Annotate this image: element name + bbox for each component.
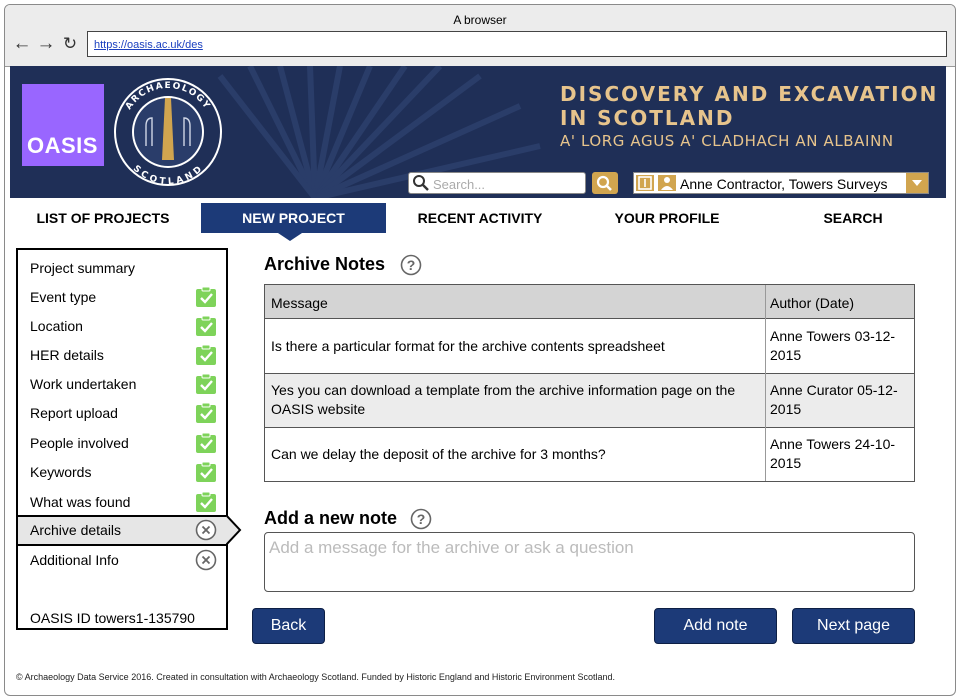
nav-your-profile[interactable]: YOUR PROFILE (574, 203, 760, 233)
note-message: Is there a particular format for the arc… (271, 338, 665, 354)
note-author-date: Anne Towers 03-12-2015 (770, 328, 896, 363)
sidebar-item-her-details[interactable]: HER details (18, 341, 226, 369)
reload-icon[interactable]: ↻ (59, 33, 81, 55)
sidebar-item-label: People involved (30, 435, 129, 451)
column-divider (765, 285, 766, 481)
sidebar-item-location[interactable]: Location (18, 312, 226, 340)
sidebar-item-label: Archive details (30, 522, 122, 538)
main-nav: LIST OF PROJECTS NEW PROJECT RECENT ACTI… (10, 203, 946, 241)
archaeology-scotland-seal: ARCHAEOLOGY SCOTLAND (114, 78, 222, 187)
sidebar-item-report-upload[interactable]: Report upload (18, 399, 226, 427)
add-note-button[interactable]: Add note (654, 608, 777, 644)
sidebar-item-archive-details[interactable]: Archive details (18, 515, 226, 546)
site-subtitle: A' LORG AGUS A' CLADHACH AN ALBAINN (560, 132, 894, 150)
sidebar-item-label: Keywords (30, 464, 92, 480)
help-icon[interactable]: ? (410, 508, 432, 530)
sidebar-item-what-was-found[interactable]: What was found (18, 488, 226, 516)
clipboard-check-icon (196, 461, 216, 482)
new-note-input[interactable] (264, 532, 915, 592)
site-title-line2: IN SCOTLAND (560, 106, 735, 130)
sidebar-item-people-involved[interactable]: People involved (18, 429, 226, 457)
site-banner: OASIS ARCHAEOLOGY SCOTLAND DISCOVERY AND… (10, 66, 946, 198)
note-author-date: Anne Curator 05-12-2015 (770, 382, 898, 417)
nav-recent-activity[interactable]: RECENT ACTIVITY (386, 203, 574, 233)
user-name: Anne Contractor, Towers Surveys (680, 176, 888, 192)
address-bar-url: https://oasis.ac.uk/des (94, 39, 203, 51)
current-section-pointer (226, 515, 242, 545)
sidebar-item-label: Additional Info (30, 552, 119, 568)
site-title: DISCOVERY AND EXCAVATION IN SCOTLAND (560, 82, 938, 130)
sidebar-item-label: Location (30, 318, 83, 334)
arrow-right-icon[interactable]: → (35, 33, 57, 55)
svg-text:?: ? (417, 511, 426, 527)
sidebar-item-label: Work undertaken (30, 376, 137, 392)
clipboard-check-icon (196, 315, 216, 336)
circle-x-icon (195, 519, 217, 541)
sidebar-item-label: Event type (30, 289, 97, 305)
nav-list-of-projects[interactable]: LIST OF PROJECTS (10, 203, 196, 233)
note-message: Yes you can download a template from the… (271, 382, 736, 417)
clipboard-check-icon (196, 373, 216, 394)
oasis-id: OASIS ID towers1-135790 (30, 610, 195, 626)
oasis-logo[interactable]: OASIS (22, 84, 104, 166)
sidebar-item-keywords[interactable]: Keywords (18, 458, 226, 486)
chevron-down-icon[interactable] (906, 173, 928, 193)
sidebar-item-event-type[interactable]: Event type (18, 283, 226, 311)
clipboard-check-icon (196, 402, 216, 423)
browser-toolbar: A browser ← → ↻ https://oasis.ac.uk/des (5, 5, 955, 67)
table-row[interactable]: Is there a particular format for the arc… (265, 320, 914, 374)
arrow-left-icon[interactable]: ← (11, 33, 33, 55)
clipboard-check-icon (196, 432, 216, 453)
site-title-line1: DISCOVERY AND EXCAVATION (560, 82, 939, 106)
archive-notes-table: Message Author (Date) Is there a particu… (264, 284, 915, 482)
back-button[interactable]: Back (252, 608, 325, 644)
sidebar-item-work-undertaken[interactable]: Work undertaken (18, 370, 226, 398)
page-footer: © Archaeology Data Service 2016. Created… (16, 672, 615, 682)
sidebar-item-label: HER details (30, 347, 104, 363)
search-button[interactable] (592, 172, 618, 194)
nav-active-caret (278, 233, 302, 241)
card-icon[interactable] (636, 175, 654, 191)
note-author-date: Anne Towers 24-10-2015 (770, 436, 896, 471)
help-icon[interactable]: ? (400, 254, 422, 276)
table-header: Message Author (Date) (265, 285, 914, 319)
clipboard-check-icon (196, 286, 216, 307)
user-icon[interactable] (658, 175, 676, 191)
project-sections-sidebar: Project summary Event type Location HER … (16, 248, 228, 630)
sidebar-item-label: What was found (30, 494, 131, 510)
column-header-author-date: Author (Date) (770, 295, 855, 311)
next-page-button[interactable]: Next page (792, 608, 915, 644)
clipboard-check-icon (196, 344, 216, 365)
archive-notes-heading: Archive Notes (264, 254, 386, 274)
add-note-heading: Add a new note (264, 508, 398, 528)
sidebar-item-additional-info[interactable]: Additional Info (18, 546, 226, 574)
nav-new-project[interactable]: NEW PROJECT (201, 203, 386, 233)
user-account-selector[interactable]: Anne Contractor, Towers Surveys (633, 172, 929, 194)
table-row[interactable]: Yes you can download a template from the… (265, 374, 914, 428)
search-input[interactable]: Search... (433, 177, 485, 192)
address-bar[interactable]: https://oasis.ac.uk/des (87, 31, 947, 57)
note-message: Can we delay the deposit of the archive … (271, 446, 606, 462)
search-box[interactable]: Search... (408, 172, 586, 194)
oasis-logo-text: OASIS (27, 133, 98, 158)
search-icon (413, 175, 429, 191)
search-button-icon (596, 175, 612, 191)
clipboard-check-icon (196, 491, 216, 512)
browser-title: A browser (453, 13, 507, 27)
sidebar-item-label: Project summary (30, 260, 136, 276)
column-header-message: Message (271, 295, 328, 311)
table-row[interactable]: Can we delay the deposit of the archive … (265, 428, 914, 482)
sidebar-item-label: Report upload (30, 405, 118, 421)
svg-text:?: ? (407, 257, 416, 273)
nav-search[interactable]: SEARCH (760, 203, 946, 233)
circle-x-icon (195, 549, 217, 571)
sidebar-item-project-summary[interactable]: Project summary (18, 254, 226, 282)
